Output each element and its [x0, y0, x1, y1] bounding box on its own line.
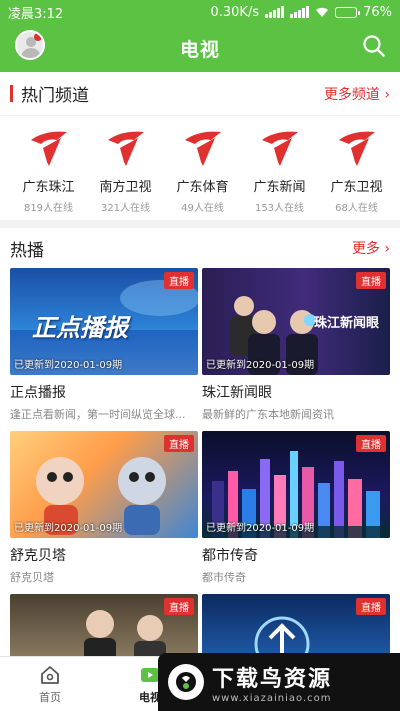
program-thumbnail: 直播 已更新到2020-01-09期 — [202, 431, 390, 538]
channel-name: 广东珠江 — [22, 180, 75, 195]
channel-logo-icon — [30, 131, 67, 166]
channel-online-count: 153人在线 — [254, 203, 305, 214]
app-header: 电视 — [0, 24, 400, 72]
watermark-url: www.xiazainiao.com — [212, 692, 332, 704]
program-card[interactable]: 珠江新闻眼 直播 已更新到2020-01-09期 珠江新闻眼 最新鲜的广东本地新… — [202, 268, 390, 422]
program-title: 都市传奇 — [202, 548, 258, 564]
program-thumbnail: 正点播报 直播 已更新到2020-01-09期 — [10, 268, 198, 375]
program-thumbnail: 珠江新闻眼 直播 已更新到2020-01-09期 — [202, 268, 390, 375]
program-card[interactable]: 正点播报 直播 已更新到2020-01-09期 正点播报 逢正点看新闻，第一时间… — [10, 268, 198, 422]
home-icon — [41, 665, 59, 684]
status-time: 凌晨3:12 — [8, 6, 64, 22]
page-title: 电视 — [179, 38, 220, 61]
channel-logo-icon — [184, 131, 221, 166]
notification-dot — [34, 33, 42, 41]
program-art-text: 珠江新闻眼 — [314, 316, 380, 331]
section-marker — [10, 85, 13, 102]
program-subtitle: 逢正点看新闻，第一时间纵览全球... — [10, 408, 186, 421]
channel-name: 广东体育 — [176, 180, 229, 195]
network-speed: 0.30K/s — [210, 4, 260, 20]
channel-online-count: 321人在线 — [100, 203, 151, 214]
channel-online-count: 819人在线 — [23, 203, 74, 214]
channel-item[interactable]: 广东新闻 153人在线 — [241, 126, 318, 214]
watermark: 下载鸟资源 www.xiazainiao.com — [158, 653, 400, 711]
hot-section: 热播 更多 › 正点播报 直播 已更新到2020-01-09期 正点播报 逢正点… — [0, 228, 400, 701]
signal-icon — [265, 6, 285, 18]
program-thumbnail: 直播 已更新到2020-01-09期 — [10, 431, 198, 538]
program-subtitle: 最新鲜的广东本地新闻资讯 — [202, 408, 334, 421]
program-subtitle: 舒克贝塔 — [10, 571, 54, 584]
top-bar: 凌晨3:12 0.30K/s 76% 电视 — [0, 0, 400, 72]
update-info: 已更新到2020-01-09期 — [206, 360, 315, 371]
program-subtitle: 都市传奇 — [202, 571, 246, 584]
live-badge: 直播 — [356, 272, 386, 289]
status-right: 0.30K/s 76% — [210, 5, 392, 20]
status-bar: 凌晨3:12 0.30K/s 76% — [0, 0, 400, 24]
live-badge: 直播 — [164, 435, 194, 452]
channel-logo-icon — [107, 131, 144, 166]
watermark-title: 下载鸟资源 — [212, 666, 333, 692]
update-info: 已更新到2020-01-09期 — [206, 523, 315, 534]
app-root: 凌晨3:12 0.30K/s 76% 电视 热门频道 更多频道 › 广东珠江 8… — [0, 0, 400, 711]
watermark-logo-icon — [168, 664, 204, 700]
channel-list: 广东珠江 819人在线 南方卫视 321人在线 广东体育 49人在线 广东新闻 … — [0, 116, 400, 214]
channel-item[interactable]: 广东卫视 68人在线 — [318, 126, 395, 214]
more-hot-link[interactable]: 更多 › — [352, 238, 390, 258]
update-info: 已更新到2020-01-09期 — [14, 360, 123, 371]
channel-online-count: 49人在线 — [181, 203, 224, 214]
channel-name: 广东新闻 — [253, 180, 306, 195]
channel-item[interactable]: 广东珠江 819人在线 — [10, 126, 87, 214]
wifi-icon — [316, 7, 329, 17]
signal-icon-2 — [290, 6, 310, 18]
hot-channels-section: 热门频道 更多频道 › 广东珠江 819人在线 南方卫视 321人在线 广东体育… — [0, 72, 400, 220]
battery-icon — [335, 6, 361, 18]
live-badge: 直播 — [356, 598, 386, 615]
live-badge: 直播 — [164, 598, 194, 615]
program-title: 正点播报 — [10, 385, 66, 401]
section-divider — [0, 220, 400, 228]
nav-home[interactable]: 首页 — [0, 657, 100, 711]
program-title: 舒克贝塔 — [10, 548, 66, 564]
hot-channels-header: 热门频道 更多频道 › — [0, 72, 400, 116]
channel-online-count: 68人在线 — [335, 203, 378, 214]
avatar[interactable] — [15, 30, 45, 60]
battery-percent: 76% — [363, 4, 392, 20]
program-card[interactable]: 直播 已更新到2020-01-09期 都市传奇 都市传奇 — [202, 431, 390, 585]
hot-header: 热播 更多 › — [0, 228, 400, 268]
channel-name: 南方卫视 — [99, 180, 152, 195]
program-art-text: 正点播报 — [32, 314, 128, 342]
watermark-text: 下载鸟资源 www.xiazainiao.com — [212, 661, 332, 704]
update-info: 已更新到2020-01-09期 — [14, 523, 123, 534]
channel-logo-icon — [261, 131, 298, 166]
live-badge: 直播 — [356, 435, 386, 452]
channel-item[interactable]: 南方卫视 321人在线 — [87, 126, 164, 214]
program-card[interactable]: 直播 已更新到2020-01-09期 舒克贝塔 舒克贝塔 — [10, 431, 198, 585]
channel-name: 广东卫视 — [330, 180, 383, 195]
channel-logo-icon — [338, 131, 375, 166]
search-icon[interactable] — [362, 34, 386, 58]
live-badge: 直播 — [164, 272, 194, 289]
hot-title: 热播 — [10, 240, 44, 261]
channel-item[interactable]: 广东体育 49人在线 — [164, 126, 241, 214]
nav-home-label: 首页 — [39, 690, 61, 704]
more-channels-link[interactable]: 更多频道 › — [324, 84, 390, 104]
hot-channels-title: 热门频道 — [21, 86, 89, 106]
program-title: 珠江新闻眼 — [202, 385, 272, 401]
